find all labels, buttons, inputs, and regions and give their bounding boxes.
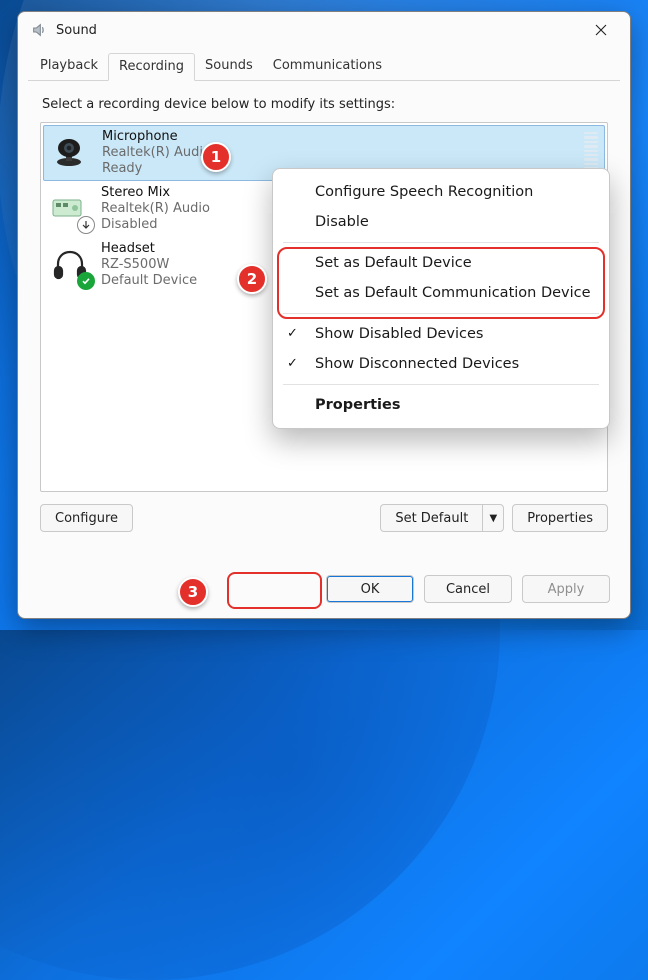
ctx-properties[interactable]: Properties	[273, 390, 609, 420]
annotation-bubble-1: 1	[201, 142, 231, 172]
webcam-icon	[50, 132, 92, 174]
ctx-configure-speech[interactable]: Configure Speech Recognition	[273, 177, 609, 207]
ctx-show-disconnected[interactable]: ✓ Show Disconnected Devices	[273, 349, 609, 379]
tab-communications[interactable]: Communications	[263, 53, 392, 81]
close-button[interactable]	[580, 15, 622, 45]
ctx-show-disabled[interactable]: ✓ Show Disabled Devices	[273, 319, 609, 349]
device-name: Microphone	[102, 129, 211, 145]
device-sub: Realtek(R) Audio	[101, 201, 210, 217]
ctx-separator	[283, 384, 599, 385]
configure-button[interactable]: Configure	[40, 504, 133, 532]
dialog-title: Sound	[56, 23, 580, 38]
prompt-text: Select a recording device below to modif…	[42, 97, 608, 112]
headset-icon	[49, 244, 91, 286]
device-name: Headset	[101, 241, 197, 257]
tab-recording[interactable]: Recording	[108, 53, 195, 81]
tab-sounds[interactable]: Sounds	[195, 53, 263, 81]
speaker-icon	[30, 21, 48, 39]
device-name: Stereo Mix	[101, 185, 210, 201]
ctx-disable[interactable]: Disable	[273, 207, 609, 237]
device-sub: RZ-S500W	[101, 257, 197, 273]
ctx-separator	[283, 313, 599, 314]
titlebar: Sound	[18, 12, 630, 48]
check-icon	[77, 272, 95, 290]
device-status: Ready	[102, 161, 211, 177]
check-icon: ✓	[287, 356, 298, 371]
ok-button[interactable]: OK	[326, 575, 414, 603]
ctx-set-default-device[interactable]: Set as Default Device	[273, 248, 609, 278]
ctx-set-default-comm[interactable]: Set as Default Communication Device	[273, 278, 609, 308]
set-default-dropdown[interactable]: ▼	[482, 504, 504, 532]
check-icon: ✓	[287, 326, 298, 341]
device-sub: Realtek(R) Audio	[102, 145, 211, 161]
soundcard-icon	[49, 188, 91, 230]
tab-bar: Playback Recording Sounds Communications	[28, 52, 620, 81]
device-status: Disabled	[101, 217, 210, 233]
device-status: Default Device	[101, 273, 197, 289]
apply-button[interactable]: Apply	[522, 575, 610, 603]
annotation-bubble-2: 2	[237, 264, 267, 294]
ctx-separator	[283, 242, 599, 243]
context-menu: Configure Speech Recognition Disable Set…	[272, 168, 610, 429]
tab-playback[interactable]: Playback	[30, 53, 108, 81]
arrow-down-icon	[77, 216, 95, 234]
annotation-bubble-3: 3	[178, 577, 208, 607]
set-default-button[interactable]: Set Default	[380, 504, 482, 532]
cancel-button[interactable]: Cancel	[424, 575, 512, 603]
set-default-split-button: Set Default ▼	[380, 504, 504, 532]
properties-button[interactable]: Properties	[512, 504, 608, 532]
